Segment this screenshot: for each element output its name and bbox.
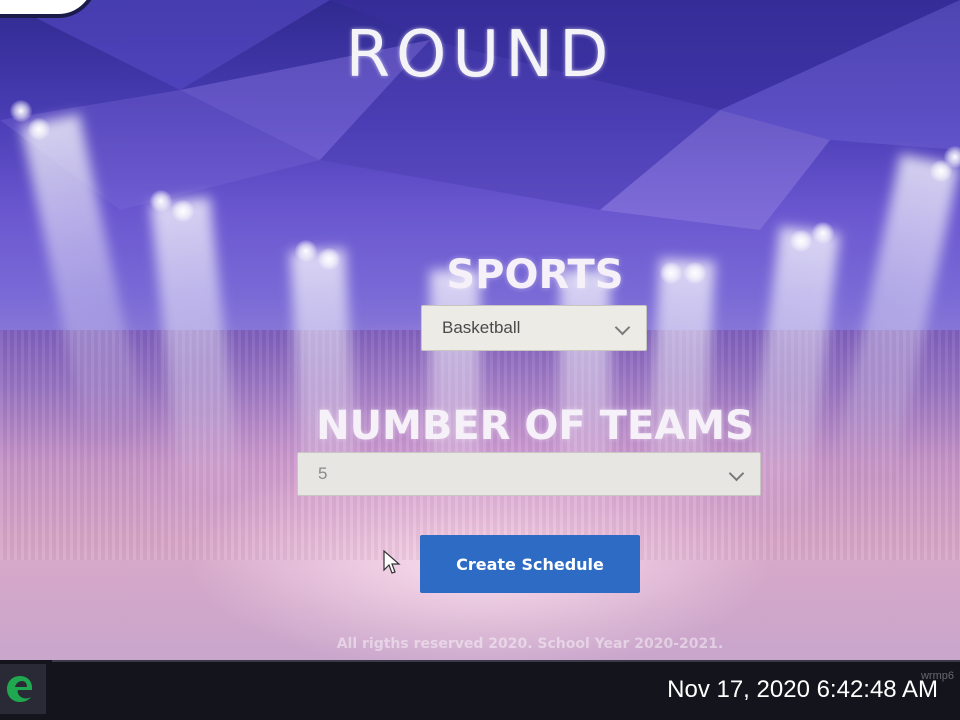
chevron-down-icon	[728, 465, 745, 482]
teams-label: NUMBER OF TEAMS	[316, 403, 754, 449]
edge-browser-icon	[7, 676, 33, 702]
teams-select[interactable]: 5	[297, 452, 761, 496]
chevron-down-icon	[614, 319, 631, 336]
stadium-background: ROUND SPORTS Basketball NUMBER OF TEAMS …	[0, 0, 960, 660]
mouse-cursor-icon	[383, 550, 401, 574]
app-title: ROUND	[345, 18, 615, 92]
sports-select-value: Basketball	[442, 318, 521, 337]
corner-shape	[0, 0, 98, 18]
sports-select[interactable]: Basketball	[421, 305, 647, 351]
create-schedule-button[interactable]: Create Schedule	[420, 535, 640, 593]
edge-taskbar-button[interactable]	[0, 664, 46, 714]
footer-text: All rigths reserved 2020. School Year 20…	[336, 636, 724, 652]
teams-select-value: 5	[318, 464, 328, 483]
timestamp-overlay: Nov 17, 2020 6:42:48 AM	[667, 676, 938, 703]
sports-label: SPORTS	[446, 252, 624, 298]
taskbar-divider	[52, 660, 960, 662]
